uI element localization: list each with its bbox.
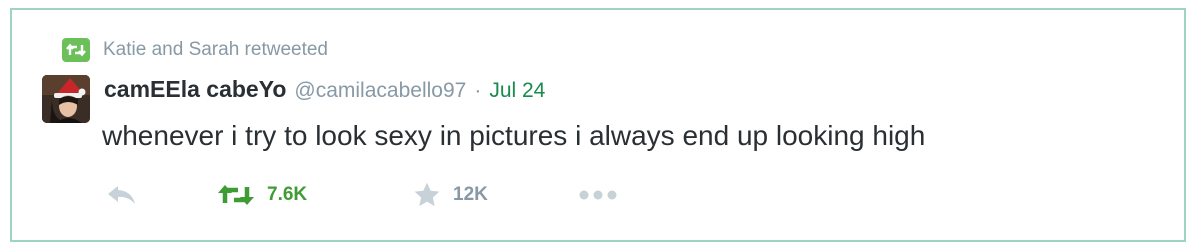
retweet-badge-icon (62, 38, 90, 62)
author-username[interactable]: @camilacabello97 (294, 79, 466, 103)
retweet-context-text[interactable]: Katie and Sarah retweeted (103, 39, 328, 61)
favorite-count: 12K (453, 184, 488, 205)
author-fullname[interactable]: camEEla cabeYo (104, 76, 286, 103)
tweet-header: camEEla cabeYo @camilacabello97 · Jul 24 (104, 76, 545, 106)
star-icon (412, 181, 442, 209)
header-separator: · (474, 79, 482, 102)
favorite-button[interactable]: 12K (412, 180, 488, 210)
tweet-timestamp[interactable]: Jul 24 (489, 79, 545, 103)
tweet-card[interactable]: Katie and Sarah retweeted camEEla cabeYo… (10, 8, 1186, 242)
retweet-count: 7.6K (267, 184, 308, 205)
retweet-icon (216, 183, 256, 207)
tweet-text: whenever i try to look sexy in pictures … (102, 120, 926, 151)
retweet-context: Katie and Sarah retweeted (62, 38, 328, 62)
retweet-button[interactable]: 7.6K (216, 180, 307, 210)
reply-button[interactable] (106, 180, 138, 210)
tweet-actions: 7.6K 12K (106, 180, 666, 210)
reply-icon (106, 184, 138, 206)
avatar[interactable] (42, 75, 90, 123)
more-dots-icon (578, 189, 620, 201)
more-button[interactable] (578, 180, 620, 210)
